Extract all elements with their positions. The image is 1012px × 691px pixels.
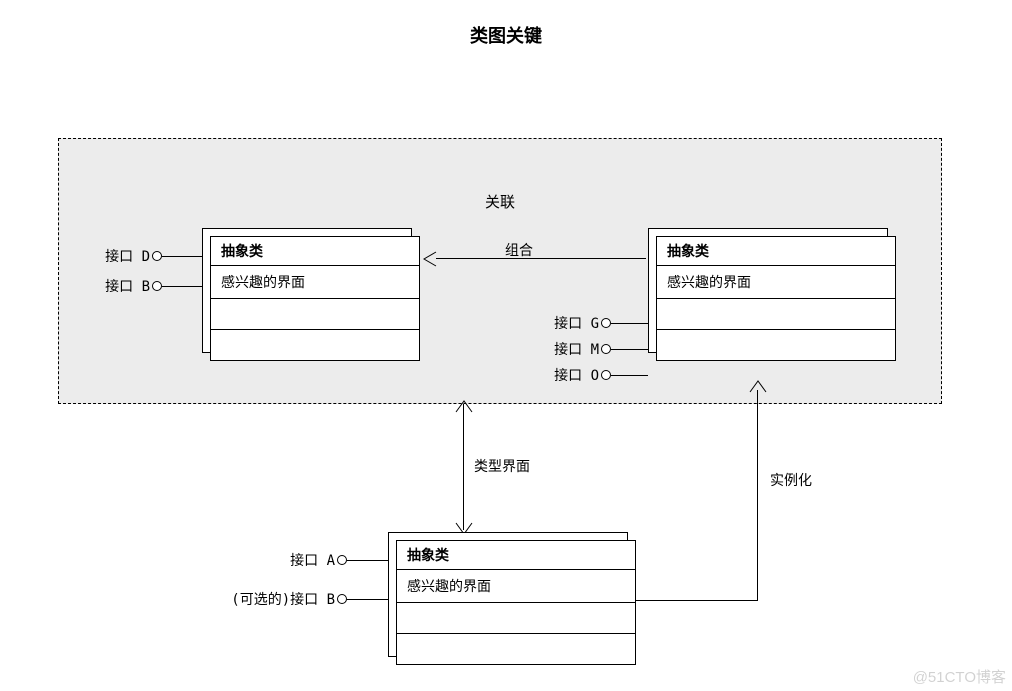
interface-label-a: 接口 A (290, 550, 337, 570)
watermark: @51CTO博客 (913, 666, 1006, 687)
diagram-title: 类图关键 (0, 22, 1012, 48)
class-left-section2 (211, 299, 419, 330)
interface-label-o: 接口 O (554, 365, 601, 385)
class-right-section1: 感兴趣的界面 (657, 266, 895, 299)
lollipop-circle-icon (601, 318, 611, 328)
class-box-right: 抽象类 感兴趣的界面 (656, 236, 896, 361)
class-right-header: 抽象类 (657, 237, 895, 266)
class-right-section2 (657, 299, 895, 330)
interface-lollipop-o: 接口 O (601, 370, 648, 380)
class-left-section1: 感兴趣的界面 (211, 266, 419, 299)
lollipop-circle-icon (337, 555, 347, 565)
lollipop-circle-icon (601, 370, 611, 380)
edge-type-interface-label: 类型界面 (474, 456, 530, 476)
association-label: 关联 (59, 191, 941, 212)
interface-label-g: 接口 G (554, 313, 601, 333)
interface-lollipop-opt-b: (可选的)接口 B (337, 594, 388, 604)
class-box-left: 抽象类 感兴趣的界面 (210, 236, 420, 361)
arrowhead-open-left-icon (420, 250, 440, 268)
interface-label-m: 接口 M (554, 339, 601, 359)
lollipop-circle-icon (152, 281, 162, 291)
class-bottom-header: 抽象类 (397, 541, 635, 570)
interface-label-opt-b: (可选的)接口 B (231, 589, 337, 609)
class-left-section3 (211, 330, 419, 360)
edge-compose-label: 组合 (505, 240, 533, 260)
interface-lollipop-g: 接口 G (601, 318, 648, 328)
lollipop-circle-icon (337, 594, 347, 604)
lollipop-circle-icon (152, 251, 162, 261)
interface-lollipop-a: 接口 A (337, 555, 388, 565)
arrowhead-open-up-icon (748, 378, 768, 396)
class-bottom-section1: 感兴趣的界面 (397, 570, 635, 603)
interface-lollipop-m: 接口 M (601, 344, 648, 354)
class-right-section3 (657, 330, 895, 360)
class-bottom-section3 (397, 634, 635, 664)
class-left-header: 抽象类 (211, 237, 419, 266)
diagram-canvas: 类图关键 关联 抽象类 感兴趣的界面 接口 D 接口 B 抽象类 (0, 0, 1012, 691)
interface-label-b: 接口 B (105, 276, 152, 296)
interface-lollipop-d: 接口 D (152, 251, 202, 261)
class-box-bottom: 抽象类 感兴趣的界面 (396, 540, 636, 665)
lollipop-circle-icon (601, 344, 611, 354)
class-bottom-section2 (397, 603, 635, 634)
edge-instantiate-label: 实例化 (770, 470, 812, 490)
arrowhead-open-up-icon (454, 398, 474, 416)
interface-label-d: 接口 D (105, 246, 152, 266)
interface-lollipop-b: 接口 B (152, 281, 202, 291)
